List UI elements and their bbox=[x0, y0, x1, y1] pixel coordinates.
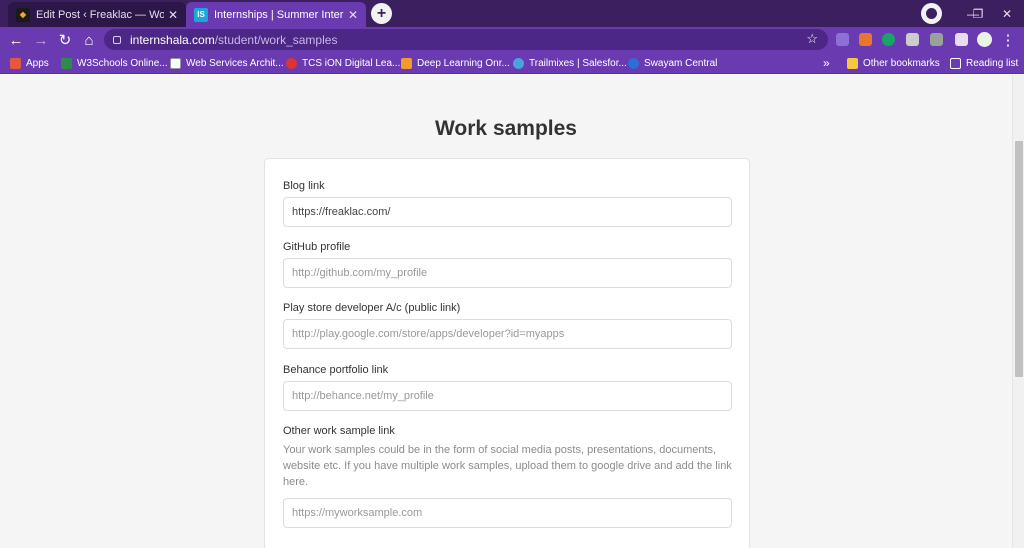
blog-link-input[interactable] bbox=[283, 197, 732, 227]
tensorflow-icon bbox=[401, 57, 412, 69]
scrollbar-thumb[interactable] bbox=[1015, 141, 1023, 377]
tab-strip: ◆ Edit Post ‹ Freaklac — WordPress ✕ IS … bbox=[0, 0, 1024, 27]
grammarly-icon[interactable] bbox=[882, 33, 895, 46]
tab-title: Internships | Summer Internship bbox=[214, 8, 344, 21]
bookmark-label: W3Schools Online... bbox=[77, 57, 168, 69]
page-title: Work samples bbox=[434, 117, 577, 140]
bookmarks-overflow-button[interactable]: » bbox=[823, 55, 830, 71]
close-window-button[interactable]: ✕ bbox=[990, 0, 1024, 27]
folder-icon bbox=[847, 57, 858, 69]
tab-search-button[interactable] bbox=[921, 3, 942, 24]
w3-icon bbox=[170, 57, 181, 69]
blog-link-label: Blog link bbox=[283, 180, 325, 192]
tcs-icon bbox=[286, 57, 297, 69]
bookmark-web-services[interactable]: Web Services Archit... bbox=[170, 55, 284, 71]
forward-button[interactable]: → bbox=[31, 30, 51, 50]
bookmark-tcs-ion[interactable]: TCS iON Digital Lea... bbox=[286, 55, 400, 71]
behance-label: Behance portfolio link bbox=[283, 364, 389, 376]
home-button[interactable]: ⌂ bbox=[79, 30, 99, 50]
address-bar[interactable]: internshala.com/student/work_samples ☆ bbox=[104, 29, 828, 50]
extension-icon[interactable] bbox=[859, 33, 872, 46]
work-samples-form: Blog link GitHub profile Play store deve… bbox=[264, 158, 750, 548]
bookmark-apps[interactable]: Apps bbox=[10, 55, 49, 71]
tab-search-icon bbox=[926, 8, 937, 19]
apps-grid-icon bbox=[10, 57, 21, 69]
lock-icon bbox=[113, 35, 121, 44]
close-tab-icon[interactable]: ✕ bbox=[348, 8, 358, 22]
behance-input[interactable] bbox=[283, 381, 732, 411]
tab-title: Edit Post ‹ Freaklac — WordPress bbox=[36, 8, 164, 21]
back-button[interactable]: ← bbox=[6, 30, 26, 50]
other-bookmarks[interactable]: Other bookmarks bbox=[847, 55, 940, 71]
other-bookmarks-label: Other bookmarks bbox=[863, 57, 940, 69]
trailhead-icon bbox=[513, 57, 524, 69]
other-work-sample-label: Other work sample link bbox=[283, 425, 395, 437]
wordpress-favicon-icon: ◆ bbox=[16, 7, 30, 22]
bookmark-trailmixes[interactable]: Trailmixes | Salesfor... bbox=[513, 55, 627, 71]
extensions-puzzle-icon[interactable] bbox=[955, 33, 968, 46]
browser-toolbar: ← → ↻ ⌂ internshala.com/student/work_sam… bbox=[0, 27, 1024, 52]
page-content: Work samples Blog link GitHub profile Pl… bbox=[0, 75, 1012, 548]
internshala-favicon-icon: IS bbox=[194, 7, 208, 22]
new-tab-button[interactable]: + bbox=[371, 3, 392, 24]
url-host: internshala.com bbox=[130, 32, 215, 47]
extension-icon[interactable] bbox=[906, 33, 919, 46]
play-store-label: Play store developer A/c (public link) bbox=[283, 302, 461, 314]
bookmark-w3schools[interactable]: W3Schools Online... bbox=[61, 55, 168, 71]
url-path: /student/work_samples bbox=[214, 32, 338, 47]
bookmark-swayam[interactable]: Swayam Central bbox=[628, 55, 717, 71]
profile-avatar-icon[interactable] bbox=[977, 32, 992, 47]
other-work-sample-input[interactable] bbox=[283, 498, 732, 528]
w3schools-icon bbox=[61, 57, 72, 69]
bookmark-label: Trailmixes | Salesfor... bbox=[529, 57, 627, 69]
play-store-input[interactable] bbox=[283, 319, 732, 349]
reading-list-label: Reading list bbox=[966, 57, 1019, 69]
extension-icon[interactable] bbox=[930, 33, 943, 46]
bookmark-label: Web Services Archit... bbox=[186, 57, 284, 69]
bookmark-deep-learning[interactable]: Deep Learning Onr... bbox=[401, 55, 510, 71]
github-profile-input[interactable] bbox=[283, 258, 732, 288]
bookmark-label: Deep Learning Onr... bbox=[417, 57, 510, 69]
extension-icon[interactable] bbox=[836, 33, 849, 46]
menu-button[interactable]: ⋮ bbox=[999, 30, 1017, 50]
close-tab-icon[interactable]: ✕ bbox=[168, 8, 178, 22]
github-profile-label: GitHub profile bbox=[283, 241, 351, 253]
reading-list-icon bbox=[950, 57, 961, 69]
bookmarks-bar: Apps W3Schools Online... Web Services Ar… bbox=[0, 52, 1024, 74]
bookmark-star-icon[interactable]: ☆ bbox=[806, 31, 818, 47]
bookmark-label: TCS iON Digital Lea... bbox=[302, 57, 401, 69]
tab-wordpress[interactable]: ◆ Edit Post ‹ Freaklac — WordPress ✕ bbox=[8, 2, 186, 27]
scrollbar[interactable] bbox=[1012, 75, 1024, 548]
reload-button[interactable]: ↻ bbox=[55, 30, 75, 50]
bookmark-label: Swayam Central bbox=[644, 57, 718, 69]
bookmark-label: Apps bbox=[26, 57, 49, 69]
reading-list[interactable]: Reading list bbox=[950, 55, 1018, 71]
swayam-icon bbox=[628, 57, 639, 69]
tab-internshala[interactable]: IS Internships | Summer Internship ✕ bbox=[186, 2, 366, 27]
other-work-sample-help: Your work samples could be in the form o… bbox=[283, 444, 732, 488]
